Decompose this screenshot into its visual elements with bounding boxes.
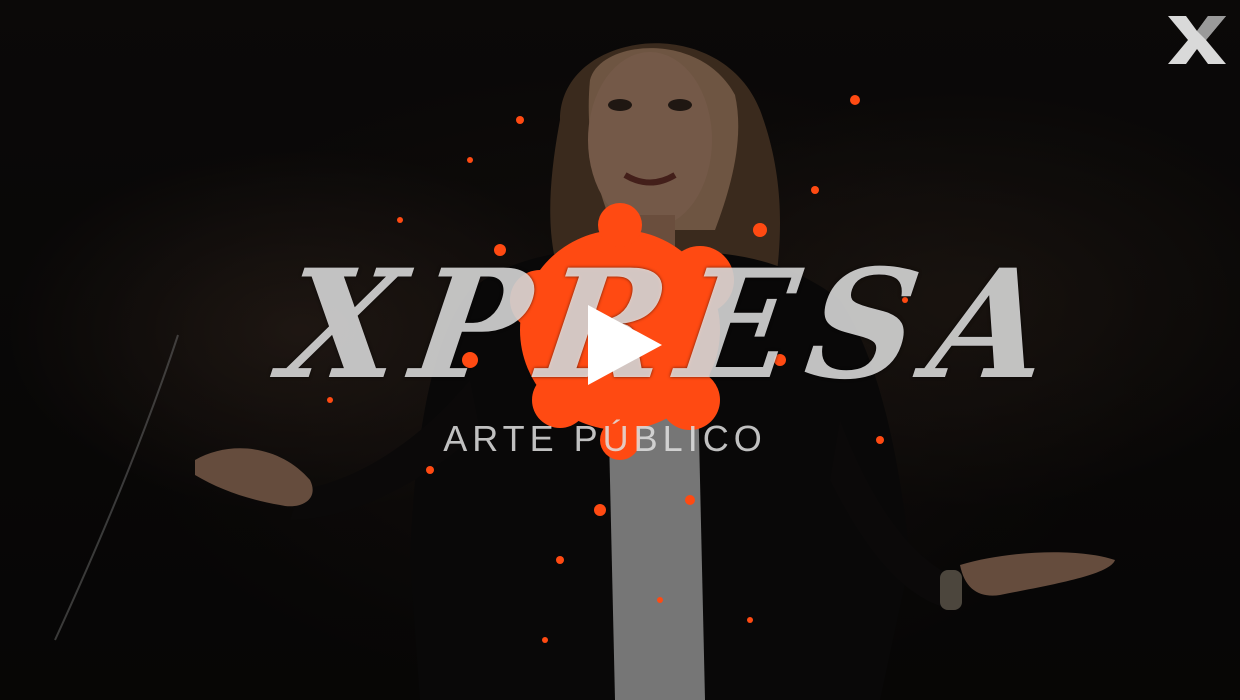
play-icon [588, 305, 662, 385]
video-player[interactable]: XPRESA ARTE PÚBLICO [0, 0, 1240, 700]
x-logo-icon [1166, 14, 1228, 66]
play-button[interactable] [520, 245, 720, 445]
